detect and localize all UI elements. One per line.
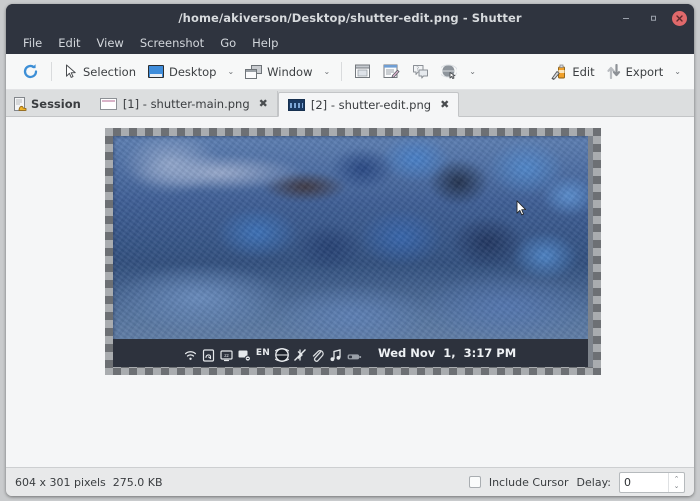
edit-button[interactable]: Edit (545, 61, 600, 83)
session-tab[interactable]: Session (6, 91, 91, 116)
title-bar: /home/akiverson/Desktop/shutter-edit.png… (6, 4, 694, 32)
cursor-arrow-icon (64, 64, 78, 79)
delay-spin-arrows[interactable]: ⌃ ⌄ (668, 472, 684, 492)
client-area: Selection Desktop ⌄ Window ⌄ ? ⌄ Edit Ex… (6, 54, 694, 496)
close-icon (676, 14, 683, 22)
menu-file[interactable]: File (15, 34, 50, 53)
menu-screenshot[interactable]: Screenshot (132, 34, 212, 53)
main-toolbar: Selection Desktop ⌄ Window ⌄ ? ⌄ Edit Ex… (6, 54, 694, 90)
export-button[interactable]: Export (601, 61, 670, 82)
svg-text:zz: zz (224, 354, 229, 359)
window-title: /home/akiverson/Desktop/shutter-edit.png… (178, 11, 522, 25)
tab-shutter-main[interactable]: [1] - shutter-main.png ✖ (91, 91, 278, 116)
window-label: Window (267, 64, 313, 79)
edit-label: Edit (572, 64, 595, 79)
maximize-button[interactable] (645, 10, 661, 26)
bluetooth-disabled-icon (293, 347, 306, 361)
delay-label: Delay: (576, 475, 611, 489)
clipboard-paperclip-icon (311, 347, 324, 362)
window-button[interactable]: Window (239, 62, 318, 82)
image-canvas[interactable]: zz EN Wed Nov 1, 3:17 PM (6, 117, 694, 467)
session-label: Session (31, 96, 81, 111)
screen-lock-icon (202, 347, 215, 362)
toolbar-separator-1 (51, 62, 52, 81)
system-tray: zz EN (184, 347, 362, 362)
document-edit-button[interactable] (377, 61, 406, 82)
spin-down-icon[interactable]: ⌄ (674, 482, 680, 489)
wifi-icon (184, 347, 197, 360)
session-icon (14, 96, 27, 111)
battery-icon (347, 347, 362, 360)
captured-taskbar: zz EN Wed Nov 1, 3:17 PM (113, 339, 593, 367)
image-dimensions: 604 x 301 pixels (15, 475, 106, 489)
menu-view[interactable]: View (89, 34, 132, 53)
screenshot-root: /home/akiverson/Desktop/shutter-edit.png… (0, 0, 700, 501)
screensaver-icon (238, 347, 251, 362)
display-sleep-icon: zz (220, 347, 233, 361)
refresh-icon (22, 63, 39, 80)
menu-window-capture-button[interactable] (348, 61, 377, 82)
tab-thumbnail-icon (287, 98, 305, 111)
status-right-group: Include Cursor Delay: ⌃ ⌄ (468, 471, 685, 493)
tab-close-icon[interactable]: ✖ (259, 98, 268, 109)
keyboard-layout-indicator: EN (255, 348, 270, 358)
web-capture-button[interactable] (435, 61, 464, 82)
export-arrows-icon (607, 63, 621, 80)
delay-spinner[interactable]: ⌃ ⌄ (619, 471, 685, 493)
captured-scrollbar (588, 136, 593, 367)
image-filesize: 275.0 KB (112, 475, 163, 489)
export-label: Export (625, 64, 664, 79)
status-left-group: 604 x 301 pixels 275.0 KB (15, 476, 163, 489)
menu-help[interactable]: Help (244, 34, 286, 53)
include-cursor-checkbox[interactable] (468, 476, 481, 488)
menu-go[interactable]: Go (212, 34, 244, 53)
minimize-icon (623, 18, 629, 19)
monitor-icon (148, 65, 164, 78)
menu-bar: File Edit View Screenshot Go Help (6, 32, 694, 54)
tab-label: [2] - shutter-edit.png (310, 97, 432, 112)
window-controls (618, 4, 687, 32)
tooltip-capture-button[interactable]: ? (406, 61, 435, 82)
selection-button[interactable]: Selection (58, 61, 142, 82)
wallpaper-photo (113, 136, 593, 367)
window-dropdown-caret[interactable]: ⌄ (318, 67, 335, 76)
toolbar-separator-2 (341, 62, 343, 81)
desktop-button[interactable]: Desktop (142, 62, 222, 82)
taskbar-clock: Wed Nov 1, 3:17 PM (377, 346, 517, 360)
menu-window-icon (354, 64, 371, 79)
capture-dropdown-caret[interactable]: ⌄ (464, 67, 481, 76)
include-cursor-label: Include Cursor (488, 475, 569, 489)
window-stack-icon (245, 64, 263, 79)
tab-label: [1] - shutter-main.png (122, 96, 250, 111)
web-globe-icon (439, 64, 459, 80)
desktop-dropdown-caret[interactable]: ⌄ (222, 67, 239, 76)
minimize-button[interactable] (618, 10, 634, 26)
edit-bottle-icon (551, 64, 567, 80)
shutter-window: /home/akiverson/Desktop/shutter-edit.png… (6, 4, 694, 496)
tab-bar: Session [1] - shutter-main.png ✖ [2] - s… (6, 90, 694, 117)
tab-thumbnail-icon (99, 97, 117, 110)
tooltip-icon: ? (412, 64, 429, 79)
captured-screenshot: zz EN Wed Nov 1, 3:17 PM (113, 136, 593, 367)
menu-edit[interactable]: Edit (50, 34, 88, 53)
close-button[interactable] (672, 10, 687, 26)
restore-icon (650, 15, 656, 21)
transparency-checkerboard: zz EN Wed Nov 1, 3:17 PM (105, 128, 601, 375)
delay-input[interactable] (620, 472, 668, 492)
tab-shutter-edit[interactable]: [2] - shutter-edit.png ✖ (277, 92, 460, 117)
document-edit-icon (383, 64, 400, 79)
refresh-button[interactable] (16, 60, 45, 83)
tab-close-icon[interactable]: ✖ (440, 99, 449, 110)
spin-up-icon[interactable]: ⌃ (674, 475, 680, 482)
music-note-icon (329, 347, 342, 361)
status-bar: 604 x 301 pixels 275.0 KB Include Cursor… (6, 467, 694, 496)
network-globe-icon (272, 347, 292, 362)
selection-label: Selection (83, 64, 136, 79)
desktop-label: Desktop (169, 64, 217, 79)
export-dropdown-caret[interactable]: ⌄ (669, 67, 686, 76)
